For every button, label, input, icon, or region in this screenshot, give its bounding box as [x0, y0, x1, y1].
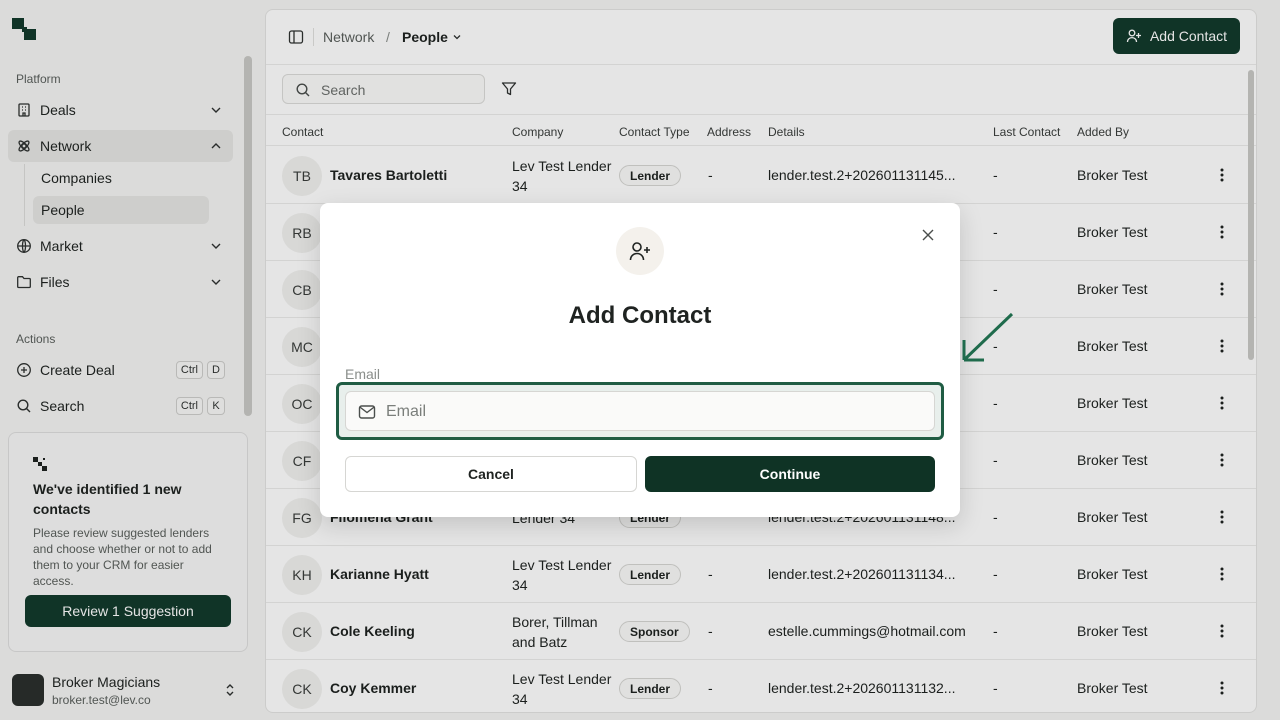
close-icon[interactable] — [922, 229, 934, 241]
dialog-icon-badge — [616, 227, 664, 275]
cancel-button[interactable]: Cancel — [345, 456, 637, 492]
annotation-arrow-icon — [962, 312, 1014, 362]
add-contact-dialog: Add Contact Email Cancel Continue — [320, 203, 960, 517]
mail-icon — [358, 405, 376, 419]
user-plus-icon — [629, 242, 650, 261]
email-field[interactable] — [345, 391, 935, 431]
continue-button[interactable]: Continue — [645, 456, 935, 492]
email-label: Email — [345, 366, 381, 382]
email-input[interactable] — [386, 401, 916, 423]
dialog-title: Add Contact — [568, 302, 712, 329]
